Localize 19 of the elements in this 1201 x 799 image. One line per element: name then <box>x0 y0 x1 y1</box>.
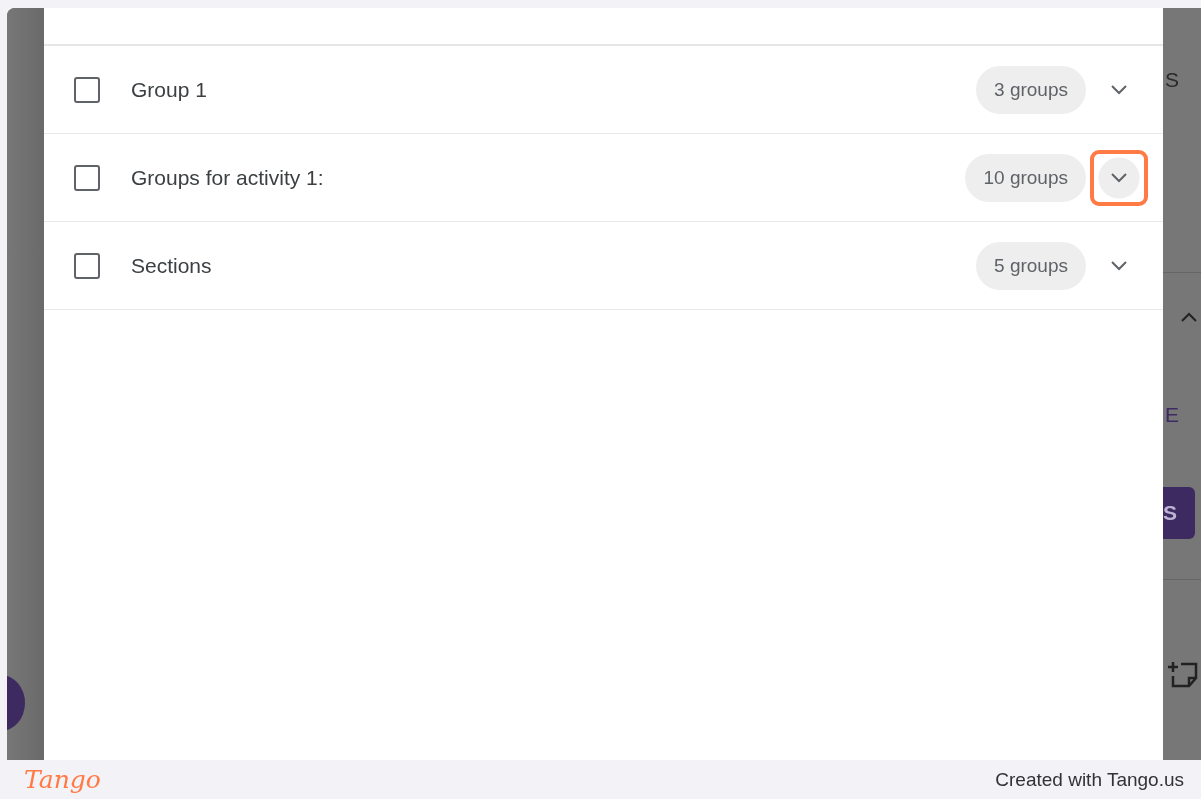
group-name: Group 1 <box>131 77 208 102</box>
chevron-up-icon <box>1180 312 1198 323</box>
checkbox[interactable] <box>74 252 100 279</box>
group-name: Sections <box>131 253 213 278</box>
group-count: 10 groups <box>965 153 1086 202</box>
add-note-icon <box>1165 660 1199 690</box>
chevron-down-icon <box>1110 84 1128 95</box>
group-count: 3 groups <box>976 65 1086 114</box>
group-name: Groups for activity 1: <box>131 165 325 190</box>
chevron-down-icon <box>1110 260 1128 271</box>
group-count: 5 groups <box>976 241 1086 290</box>
backdrop-text: E <box>1165 403 1180 427</box>
backdrop-text: S <box>1165 68 1180 92</box>
credit-text: Created with Tango.us <box>995 768 1184 791</box>
brand-logo: Tango <box>24 765 101 794</box>
checkbox[interactable] <box>74 76 100 103</box>
chevron-down-icon <box>1110 172 1128 183</box>
checkbox[interactable] <box>74 164 100 191</box>
expand-button[interactable] <box>1090 149 1148 206</box>
